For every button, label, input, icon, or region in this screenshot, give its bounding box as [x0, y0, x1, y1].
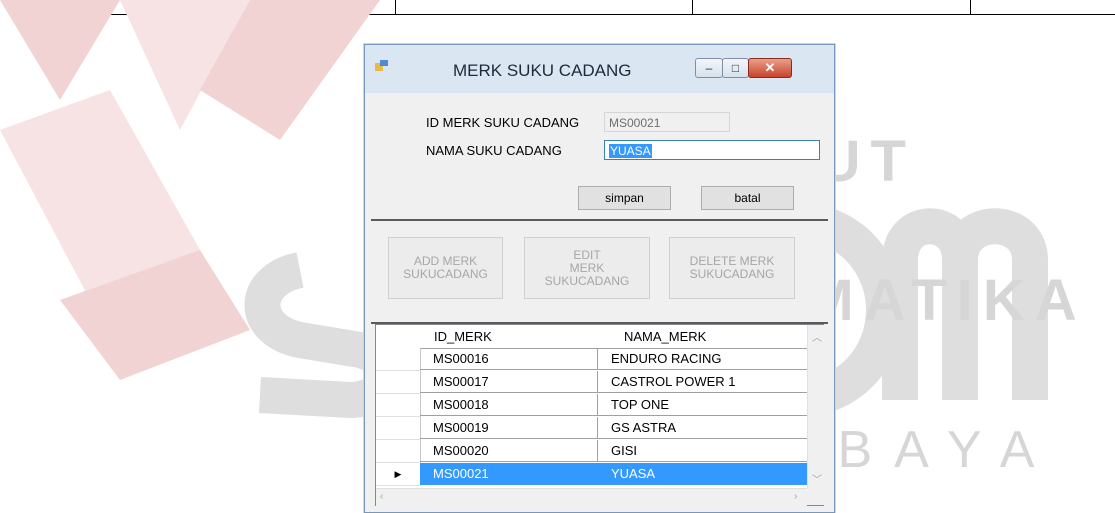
app-icon — [375, 60, 388, 71]
merk-data-grid[interactable]: ID_MERK NAMA_MERK MS00016 ENDURO RACING MS… — [375, 324, 825, 506]
selected-text: YUASA — [609, 144, 652, 158]
merk-suku-cadang-window: MERK SUKU CADANG – □ ✕ ID MERK SUKU CADA… — [364, 44, 835, 513]
cell-nama-merk[interactable]: CASTROL POWER 1 — [598, 371, 807, 393]
row-header[interactable] — [376, 417, 421, 440]
column-header-id-merk[interactable]: ID_MERK — [434, 325, 492, 348]
id-merk-field[interactable]: MS00021 — [604, 112, 730, 132]
delete-merk-button[interactable]: DELETE MERK SUKUCADANG — [669, 237, 795, 299]
cell-id-merk[interactable]: MS00017 — [420, 371, 598, 393]
scroll-right-icon[interactable]: › — [794, 491, 797, 502]
id-merk-label: ID MERK SUKU CADANG — [426, 115, 580, 130]
cell-nama-merk[interactable]: GISI — [598, 440, 807, 462]
divider — [371, 219, 828, 221]
title-bar[interactable]: MERK SUKU CADANG – □ ✕ — [365, 45, 834, 93]
nama-suku-cadang-input[interactable]: YUASA — [604, 140, 820, 160]
maximize-icon: □ — [731, 61, 740, 75]
table-row[interactable]: MS00017 CASTROL POWER 1 — [376, 371, 807, 394]
row-header[interactable] — [376, 440, 421, 463]
minimize-button[interactable]: – — [695, 58, 723, 78]
column-header-nama-merk[interactable]: NAMA_MERK — [624, 325, 706, 348]
row-header[interactable] — [376, 348, 421, 371]
scrollbar-corner — [807, 488, 824, 505]
close-button[interactable]: ✕ — [748, 58, 792, 78]
maximize-button[interactable]: □ — [722, 58, 749, 78]
minimize-icon: – — [705, 61, 713, 75]
scroll-left-icon[interactable]: ‹ — [380, 491, 383, 502]
close-icon: ✕ — [764, 60, 776, 75]
horizontal-scrollbar[interactable]: ‹ › — [376, 488, 807, 506]
cell-nama-merk[interactable]: GS ASTRA — [598, 417, 807, 439]
add-merk-button[interactable]: ADD MERK SUKUCADANG — [388, 237, 503, 299]
row-header[interactable] — [376, 394, 421, 417]
table-row[interactable]: MS00018 TOP ONE — [376, 394, 807, 417]
cell-id-merk[interactable]: MS00020 — [420, 440, 598, 462]
table-row[interactable]: MS00019 GS ASTRA — [376, 417, 807, 440]
simpan-button[interactable]: simpan — [578, 186, 671, 210]
window-title: MERK SUKU CADANG — [453, 61, 632, 80]
vertical-scrollbar[interactable]: ︿ ﹀ — [807, 325, 825, 488]
cell-nama-merk[interactable]: TOP ONE — [598, 394, 807, 416]
batal-button[interactable]: batal — [701, 186, 794, 210]
cell-id-merk[interactable]: MS00016 — [420, 348, 598, 370]
grid-header: ID_MERK NAMA_MERK — [376, 325, 807, 349]
cell-nama-merk[interactable]: YUASA — [598, 463, 807, 485]
grid-body: ID_MERK NAMA_MERK MS00016 ENDURO RACING MS… — [376, 325, 807, 488]
table-row[interactable]: ▶ MS00021 YUASA — [376, 463, 807, 486]
cell-nama-merk[interactable]: ENDURO RACING — [598, 348, 807, 370]
nama-suku-cadang-label: NAMA SUKU CADANG — [426, 143, 562, 158]
scroll-down-icon[interactable]: ﹀ — [812, 471, 822, 486]
form-body: ID MERK SUKU CADANG MS00021 NAMA SUKU CA… — [371, 93, 828, 506]
cell-id-merk[interactable]: MS00021 — [420, 463, 598, 485]
table-row[interactable]: MS00020 GISI — [376, 440, 807, 463]
edit-merk-button[interactable]: EDIT MERK SUKUCADANG — [524, 237, 650, 299]
current-row-marker-icon[interactable]: ▶ — [376, 463, 421, 486]
cell-id-merk[interactable]: MS00019 — [420, 417, 598, 439]
cell-id-merk[interactable]: MS00018 — [420, 394, 598, 416]
row-header[interactable] — [376, 371, 421, 394]
document-table-edge — [70, 0, 1115, 15]
scroll-up-icon[interactable]: ︿ — [812, 329, 822, 344]
table-row[interactable]: MS00016 ENDURO RACING — [376, 348, 807, 371]
